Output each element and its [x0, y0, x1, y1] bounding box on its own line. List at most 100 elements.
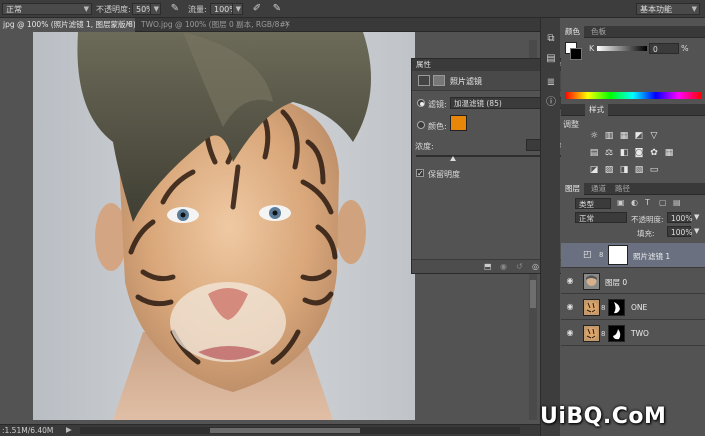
layer-opacity-field[interactable]: 100% — [667, 212, 692, 223]
photo-filter-icon — [418, 75, 430, 86]
pressure-size-icon[interactable]: ✎ — [270, 2, 284, 16]
tab-swatches[interactable]: 色板 — [587, 26, 610, 38]
tab-document-1[interactable]: jpg @ 100% (照片滤镜 1, 图层蒙版/8) * — [0, 18, 135, 32]
color-spectrum[interactable] — [565, 92, 701, 99]
color-radio[interactable] — [417, 121, 425, 129]
chevron-down-icon[interactable]: ▼ — [694, 227, 699, 235]
preserve-luminosity-checkbox[interactable]: ✓ — [416, 169, 424, 178]
vibrance-icon[interactable]: ▽ — [649, 131, 659, 141]
link-icon[interactable]: 8 — [599, 251, 603, 259]
layer-mask-thumbnail[interactable] — [608, 299, 625, 316]
posterize-icon[interactable]: ▨ — [604, 165, 614, 175]
close-icon[interactable]: × — [125, 19, 132, 28]
opacity-dropdown-button[interactable]: ▼ — [150, 3, 161, 15]
layer-thumbnail[interactable] — [583, 273, 600, 290]
layer-name[interactable]: TWO — [631, 329, 649, 338]
layer-thumbnail[interactable] — [583, 299, 600, 316]
black-white-icon[interactable]: ◧ — [619, 148, 629, 158]
fill-field[interactable]: 100% — [667, 226, 692, 237]
layer-name[interactable]: 照片滤镜 1 — [633, 251, 670, 262]
curves-icon[interactable]: ▦ — [619, 131, 629, 141]
scrollbar-thumb[interactable] — [210, 428, 360, 433]
color-lookup-icon[interactable]: ▦ — [664, 148, 674, 158]
chevron-down-icon[interactable]: ▼ — [694, 213, 699, 221]
filter-pixel-icon[interactable]: ▣ — [617, 198, 625, 207]
mask-shape — [614, 302, 620, 314]
layer-row[interactable]: ◉ 8 ONE — [561, 295, 705, 320]
pressure-opacity-icon[interactable]: ✎ — [168, 2, 182, 16]
layer-name[interactable]: 图层 0 — [605, 277, 627, 288]
tab-label: 样式 — [589, 105, 604, 114]
airbrush-icon[interactable]: ✐ — [250, 2, 264, 16]
horizontal-scrollbar[interactable] — [80, 427, 520, 434]
layer-row[interactable]: ◉ 8 TWO — [561, 321, 705, 346]
tab-document-2[interactable]: TWO.jpg @ 100% (图层 0 副本, RGB/8#) * — [138, 18, 288, 32]
threshold-icon[interactable]: ◨ — [619, 165, 629, 175]
eye-icon[interactable]: ◉ — [565, 276, 575, 286]
layer-mask-thumbnail[interactable] — [608, 245, 628, 265]
layer-kind-filter[interactable]: 类型 — [575, 198, 611, 209]
tab-label: 通道 — [591, 184, 606, 193]
clip-to-layer-icon[interactable]: ⬒ — [484, 262, 492, 271]
layer-name[interactable]: ONE — [631, 303, 647, 312]
visibility-icon[interactable]: ◎ — [532, 262, 539, 271]
view-previous-icon[interactable]: ◉ — [500, 262, 507, 271]
selective-color-icon[interactable]: ▧ — [634, 165, 644, 175]
link-icon[interactable]: 8 — [601, 330, 605, 338]
eye-icon[interactable]: ◉ — [565, 302, 575, 312]
chevron-down-icon: ▼ — [153, 5, 159, 13]
close-icon[interactable]: × — [284, 19, 291, 28]
tiger-thumbnail — [585, 327, 598, 340]
tab-label: 色板 — [591, 27, 606, 36]
tab-channels[interactable]: 通道 — [587, 183, 610, 195]
filter-type-icon[interactable]: T — [645, 198, 650, 207]
tab-label: 图层 — [565, 184, 580, 193]
background-color-swatch[interactable] — [570, 48, 582, 60]
exposure-icon[interactable]: ◩ — [634, 131, 644, 141]
tab-layers[interactable]: 图层 — [561, 183, 584, 195]
invert-icon[interactable]: ◪ — [589, 165, 599, 175]
k-field[interactable]: 0 — [649, 43, 679, 54]
document-size: :1.51M/6.40M — [2, 426, 54, 435]
hue-saturation-icon[interactable]: ▤ — [589, 148, 599, 158]
filter-smart-icon[interactable]: ▤ — [673, 198, 681, 207]
brightness-icon[interactable]: ☼ — [589, 131, 599, 141]
eye-icon[interactable]: ◉ — [565, 328, 575, 338]
slider-thumb[interactable] — [450, 156, 456, 161]
color-label: 颜色: — [428, 122, 447, 131]
photo-filter-icon[interactable]: ◙ — [634, 148, 644, 158]
tab-label: jpg @ 100% (照片滤镜 1, 图层蒙版/8) * — [3, 20, 135, 29]
status-arrow-icon[interactable]: ▶ — [66, 425, 72, 434]
filter-color-swatch[interactable] — [450, 115, 467, 131]
properties-icon[interactable]: ≣ — [544, 76, 558, 90]
blend-mode-dropdown[interactable]: 正常 ▼ — [2, 3, 92, 15]
layer-row[interactable]: ◰ 8 照片滤镜 1 — [561, 243, 705, 268]
layer-row[interactable]: ◉ 图层 0 — [561, 269, 705, 294]
k-slider[interactable] — [597, 46, 647, 51]
reset-icon[interactable]: ↺ — [516, 262, 523, 271]
scrollbar-thumb[interactable] — [530, 280, 536, 308]
info-icon[interactable]: ⓘ — [544, 96, 558, 110]
color-balance-icon[interactable]: ⚖ — [604, 148, 614, 158]
tab-styles[interactable]: 样式 — [585, 104, 608, 116]
styles-panel-tabs: 样式 — [561, 104, 705, 116]
layer-thumbnail[interactable] — [583, 325, 600, 342]
layer-blend-mode[interactable]: 正常 — [575, 212, 627, 223]
layer-mask-thumbnail[interactable] — [608, 325, 625, 342]
link-icon[interactable]: 8 — [601, 304, 605, 312]
actions-icon[interactable]: ▤ — [544, 52, 558, 66]
tab-paths[interactable]: 路径 — [611, 183, 634, 195]
gradient-map-icon[interactable]: ▭ — [649, 165, 659, 175]
filter-shape-icon[interactable]: ▢ — [659, 198, 667, 207]
flow-dropdown-button[interactable]: ▼ — [232, 3, 243, 15]
adjustment-layer-icon: ◰ — [583, 250, 592, 260]
workspace-dropdown[interactable]: 基本功能 ▼ — [636, 3, 700, 15]
mask-icon[interactable] — [433, 75, 445, 86]
filter-radio[interactable] — [417, 99, 425, 107]
levels-icon[interactable]: ▥ — [604, 131, 614, 141]
channel-mixer-icon[interactable]: ✿ — [649, 148, 659, 158]
history-icon[interactable]: ⧉ — [544, 32, 558, 46]
filter-adjustment-icon[interactable]: ◐ — [631, 198, 638, 207]
document-canvas[interactable] — [33, 32, 415, 420]
tab-color[interactable]: 颜色 — [561, 26, 584, 38]
